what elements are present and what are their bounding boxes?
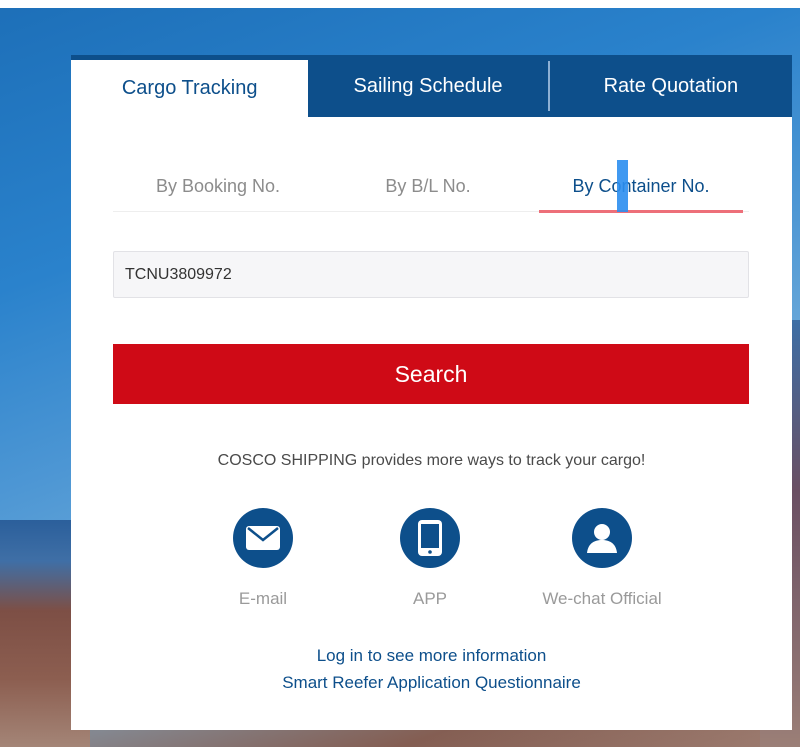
login-link[interactable]: Log in to see more information xyxy=(71,646,792,666)
email-icon xyxy=(233,508,293,568)
app-label: APP xyxy=(412,589,448,608)
app-option[interactable]: APP xyxy=(345,508,515,609)
tracking-note: COSCO SHIPPING provides more ways to tra… xyxy=(217,452,646,469)
tab-cargo-tracking[interactable]: Cargo Tracking xyxy=(71,60,309,117)
wechat-label: We-chat Official xyxy=(542,589,662,608)
tab-rate-quotation[interactable]: Rate Quotation xyxy=(550,55,792,117)
wechat-option[interactable]: We-chat Official xyxy=(517,508,687,609)
subtab-container-no[interactable]: By Container No. xyxy=(533,160,749,213)
email-option[interactable]: E-mail xyxy=(178,508,348,609)
subtab-bl-no[interactable]: By B/L No. xyxy=(323,160,533,212)
mouse-cursor-highlight xyxy=(617,160,628,212)
user-icon xyxy=(572,508,632,568)
subtab-booking-no[interactable]: By Booking No. xyxy=(113,160,323,212)
tab-sailing-schedule[interactable]: Sailing Schedule xyxy=(308,55,547,117)
reefer-questionnaire-link[interactable]: Smart Reefer Application Questionnaire xyxy=(71,673,792,693)
main-tabs: Cargo Tracking Sailing Schedule Rate Quo… xyxy=(71,55,792,117)
top-strip xyxy=(0,0,800,8)
search-button[interactable]: Search xyxy=(113,344,749,404)
tracking-panel: Cargo Tracking Sailing Schedule Rate Quo… xyxy=(71,55,792,730)
phone-icon xyxy=(400,508,460,568)
sub-tabs: By Booking No. By B/L No. By Container N… xyxy=(113,160,749,213)
container-number-input[interactable] xyxy=(113,251,749,298)
email-label: E-mail xyxy=(238,589,288,608)
